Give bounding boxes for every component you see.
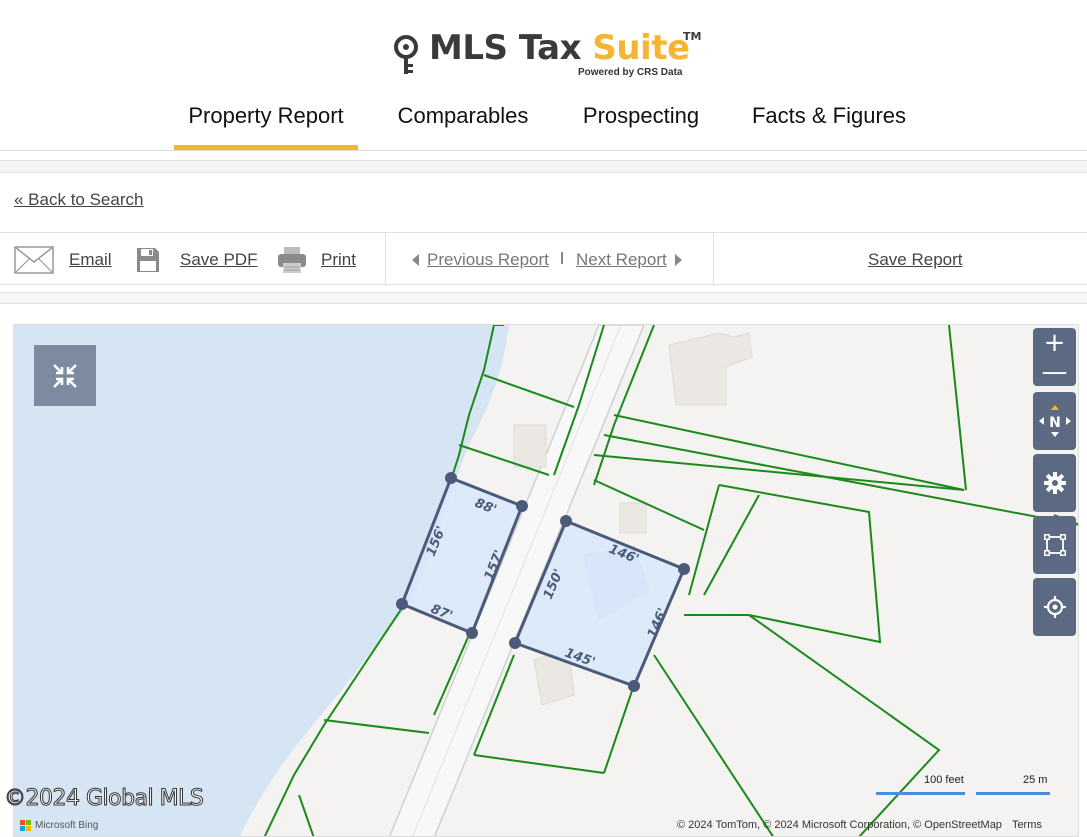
print-label: Print — [321, 249, 356, 269]
bing-logo: Microsoft Bing — [20, 820, 98, 831]
previous-report-button[interactable]: Previous Report — [412, 233, 549, 286]
scale-bar: 100 feet 25 m — [876, 774, 1052, 798]
compass-north-icon: N — [1038, 405, 1071, 437]
scale-meters-bar — [976, 792, 1050, 795]
logo-wordmark: MLS Tax Suite — [429, 28, 690, 68]
floppy-disk-icon — [137, 247, 159, 272]
copyright-watermark: ©2024 Global MLS — [3, 786, 204, 812]
terms-link[interactable]: Terms — [1012, 819, 1042, 831]
gear-icon — [1043, 472, 1066, 494]
print-button[interactable]: Print — [277, 233, 356, 286]
compass-label: N — [1049, 415, 1061, 431]
zoom-control: + — — [1033, 328, 1076, 387]
zoom-in-button[interactable]: + — [1033, 328, 1076, 358]
scale-meters-label: 25 m — [1023, 774, 1048, 786]
crosshair-icon — [1043, 596, 1066, 618]
tab-property-report[interactable]: Property Report — [174, 96, 358, 150]
select-area-button[interactable] — [1033, 516, 1076, 574]
printer-icon — [278, 246, 306, 273]
divider-band — [0, 292, 1087, 304]
tab-comparables[interactable]: Comparables — [383, 96, 543, 150]
main-nav: Property Report Comparables Prospecting … — [0, 96, 1087, 151]
select-area-icon — [1043, 534, 1066, 556]
zoom-out-button[interactable]: — — [1033, 357, 1076, 387]
email-button[interactable]: Email — [14, 233, 112, 286]
back-to-search-link[interactable]: « Back to Search — [14, 190, 143, 210]
previous-report-label: Previous Report — [427, 249, 549, 269]
save-report-label: Save Report — [868, 249, 963, 269]
tab-prospecting[interactable]: Prospecting — [567, 96, 715, 150]
email-label: Email — [69, 249, 112, 269]
logo-tagline: Powered by CRS Data — [578, 67, 683, 78]
trademark-mark: TM — [683, 30, 702, 43]
locate-button[interactable] — [1033, 578, 1076, 636]
toolbar-divider — [385, 233, 386, 286]
next-report-button[interactable]: Next Report — [576, 233, 682, 286]
next-report-label: Next Report — [576, 249, 667, 269]
provider-label: Microsoft Bing — [35, 820, 99, 831]
microsoft-logo-icon — [20, 820, 31, 831]
map-settings-button[interactable] — [1033, 454, 1076, 512]
save-report-button[interactable]: Save Report — [868, 233, 963, 286]
compass-button[interactable]: N — [1033, 392, 1076, 450]
caret-right-icon — [674, 253, 682, 266]
caret-left-icon — [412, 253, 419, 266]
divider-band — [0, 160, 1087, 173]
key-pin-icon — [394, 35, 418, 74]
report-nav-separator — [561, 252, 563, 264]
map-attribution: © 2024 TomTom, © 2024 Microsoft Corporat… — [677, 819, 1042, 831]
collapse-map-button[interactable] — [34, 345, 96, 406]
parcel-map[interactable]: 88' 156' 157' 87' 146' 150' 146' 145' + … — [13, 324, 1079, 837]
envelope-icon — [14, 245, 54, 274]
attribution-text: © 2024 TomTom, © 2024 Microsoft Corporat… — [677, 819, 1002, 831]
scale-feet-bar — [876, 792, 965, 795]
report-toolbar: Email Save PDF Print Previous Report Nex… — [0, 232, 1087, 286]
tab-facts-figures[interactable]: Facts & Figures — [738, 96, 920, 150]
save-pdf-button[interactable]: Save PDF — [136, 233, 257, 286]
mls-tax-suite-logo: MLS Tax Suite TM Powered by CRS Data — [393, 28, 713, 80]
toolbar-divider — [713, 233, 714, 286]
map-canvas[interactable]: 88' 156' 157' 87' 146' 150' 146' 145' — [14, 325, 1079, 837]
collapse-arrows-icon — [53, 363, 77, 388]
scale-feet-label: 100 feet — [924, 774, 964, 786]
save-pdf-label: Save PDF — [180, 249, 258, 269]
